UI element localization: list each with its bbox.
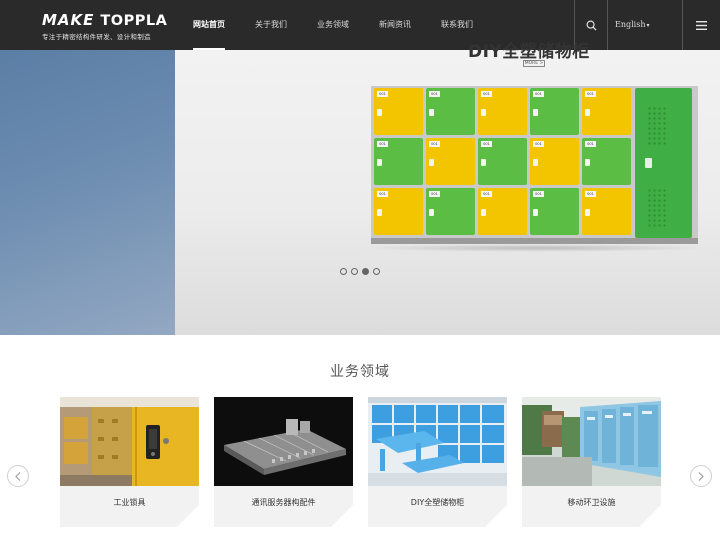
locker-image: 001 001 001 001 001 001 001 001 001 001 … <box>371 86 698 244</box>
card-corner <box>331 505 353 527</box>
carousel-dot-4[interactable] <box>373 268 380 275</box>
banner-title: DIY全塑储物柜 <box>468 42 590 62</box>
locker-door: 001 <box>530 188 579 235</box>
carousel-dot-3[interactable] <box>362 268 369 275</box>
carousel-dot-1[interactable] <box>340 268 347 275</box>
locker-tag: 001 <box>533 141 544 147</box>
locker-tag: 001 <box>377 191 388 197</box>
lock-icon <box>429 109 434 116</box>
locker-door: 001 <box>478 88 527 135</box>
locker-tag: 001 <box>533 191 544 197</box>
locker-tag: 001 <box>533 91 544 97</box>
lock-icon <box>533 209 538 216</box>
locker-door: 001 <box>426 188 475 235</box>
caret-down-icon: ▾ <box>646 22 650 29</box>
chevron-left-icon <box>15 471 21 481</box>
language-label: English <box>615 20 646 29</box>
nav-item-about[interactable]: 关于我们 <box>255 0 287 50</box>
locker-door: 001 <box>426 88 475 135</box>
nav-item-business[interactable]: 业务领域 <box>317 0 349 50</box>
logo-brand: TOPPLA <box>100 13 168 29</box>
locker-door: 001 <box>582 188 631 235</box>
locker-door: 001 <box>478 188 527 235</box>
lock-icon <box>533 109 538 116</box>
locker-door: 001 <box>582 138 631 185</box>
locker-tag: 001 <box>377 91 388 97</box>
locker-tag: 001 <box>481 141 492 147</box>
card-corner <box>639 505 661 527</box>
logo[interactable]: MAKE TOPPLA 专注于精密结构件研发、设计和制造 <box>42 13 167 42</box>
card-corner <box>177 505 199 527</box>
business-card-mobile-sanitation[interactable]: 移动环卫设施 <box>522 397 661 527</box>
logo-tagline: 专注于精密结构件研发、设计和制造 <box>42 33 151 41</box>
lock-icon <box>481 159 486 166</box>
locker-door: 001 <box>530 88 579 135</box>
locker-shadow <box>360 244 710 252</box>
business-card-diy-lockers[interactable]: DIY全塑储物柜 <box>368 397 507 527</box>
locker-tag: 001 <box>585 91 596 97</box>
card-corner <box>485 505 507 527</box>
search-icon <box>586 20 597 31</box>
logo-wordmark: MAKE TOPPLA <box>42 13 167 29</box>
menu-button[interactable] <box>683 0 720 50</box>
lock-icon <box>481 209 486 216</box>
locker-tag: 001 <box>585 191 596 197</box>
locker-tall-door <box>635 88 692 238</box>
locker-tag: 001 <box>481 191 492 197</box>
banner-more-button[interactable]: MORE > <box>523 60 545 67</box>
nav-item-home[interactable]: 网站首页 <box>193 0 225 50</box>
locker-door: 001 <box>374 188 423 235</box>
lock-icon <box>429 159 434 166</box>
language-selector[interactable]: English▾ <box>608 0 682 50</box>
locker-tag: 001 <box>429 141 440 147</box>
lock-icon <box>533 159 538 166</box>
carousel-dot-2[interactable] <box>351 268 358 275</box>
nav-item-news[interactable]: 新闻资讯 <box>379 0 411 50</box>
lock-icon <box>585 209 590 216</box>
locker-door: 001 <box>530 138 579 185</box>
locker-door: 001 <box>374 138 423 185</box>
card-image <box>522 397 661 486</box>
vent-holes <box>647 188 667 228</box>
card-image <box>214 397 353 486</box>
lock-icon <box>377 159 382 166</box>
carousel-dots <box>340 268 384 275</box>
lock-icon <box>585 159 590 166</box>
lock-icon <box>585 109 590 116</box>
prev-arrow-button[interactable] <box>7 465 29 487</box>
locker-door: 001 <box>426 138 475 185</box>
section-title: 业务领域 <box>330 364 390 380</box>
lock-icon <box>481 109 486 116</box>
locker-base <box>371 238 698 244</box>
next-arrow-button[interactable] <box>690 465 712 487</box>
vent-holes <box>647 106 667 146</box>
site-header: MAKE TOPPLA 专注于精密结构件研发、设计和制造 网站首页 关于我们 业务… <box>0 0 720 50</box>
locker-tag: 001 <box>481 91 492 97</box>
card-image <box>368 397 507 486</box>
lock-icon <box>377 209 382 216</box>
main-nav: 网站首页 关于我们 业务领域 新闻资讯 联系我们 <box>193 0 503 50</box>
locker-door: 001 <box>478 138 527 185</box>
locker-tag: 001 <box>429 191 440 197</box>
locker-door: 001 <box>582 88 631 135</box>
locker-door: 001 <box>374 88 423 135</box>
chevron-right-icon <box>698 471 704 481</box>
business-card-industrial-locks[interactable]: 工业锁具 <box>60 397 199 527</box>
lock-icon <box>645 158 652 168</box>
locker-tag: 001 <box>429 91 440 97</box>
locker-tag: 001 <box>377 141 388 147</box>
banner-left-panel <box>0 50 175 335</box>
lock-icon <box>429 209 434 216</box>
hamburger-menu-icon <box>696 20 707 30</box>
card-image <box>60 397 199 486</box>
locker-tag: 001 <box>585 141 596 147</box>
logo-make: MAKE <box>42 11 95 29</box>
lock-icon <box>377 109 382 116</box>
business-card-server-parts[interactable]: 通讯服务器构配件 <box>214 397 353 527</box>
